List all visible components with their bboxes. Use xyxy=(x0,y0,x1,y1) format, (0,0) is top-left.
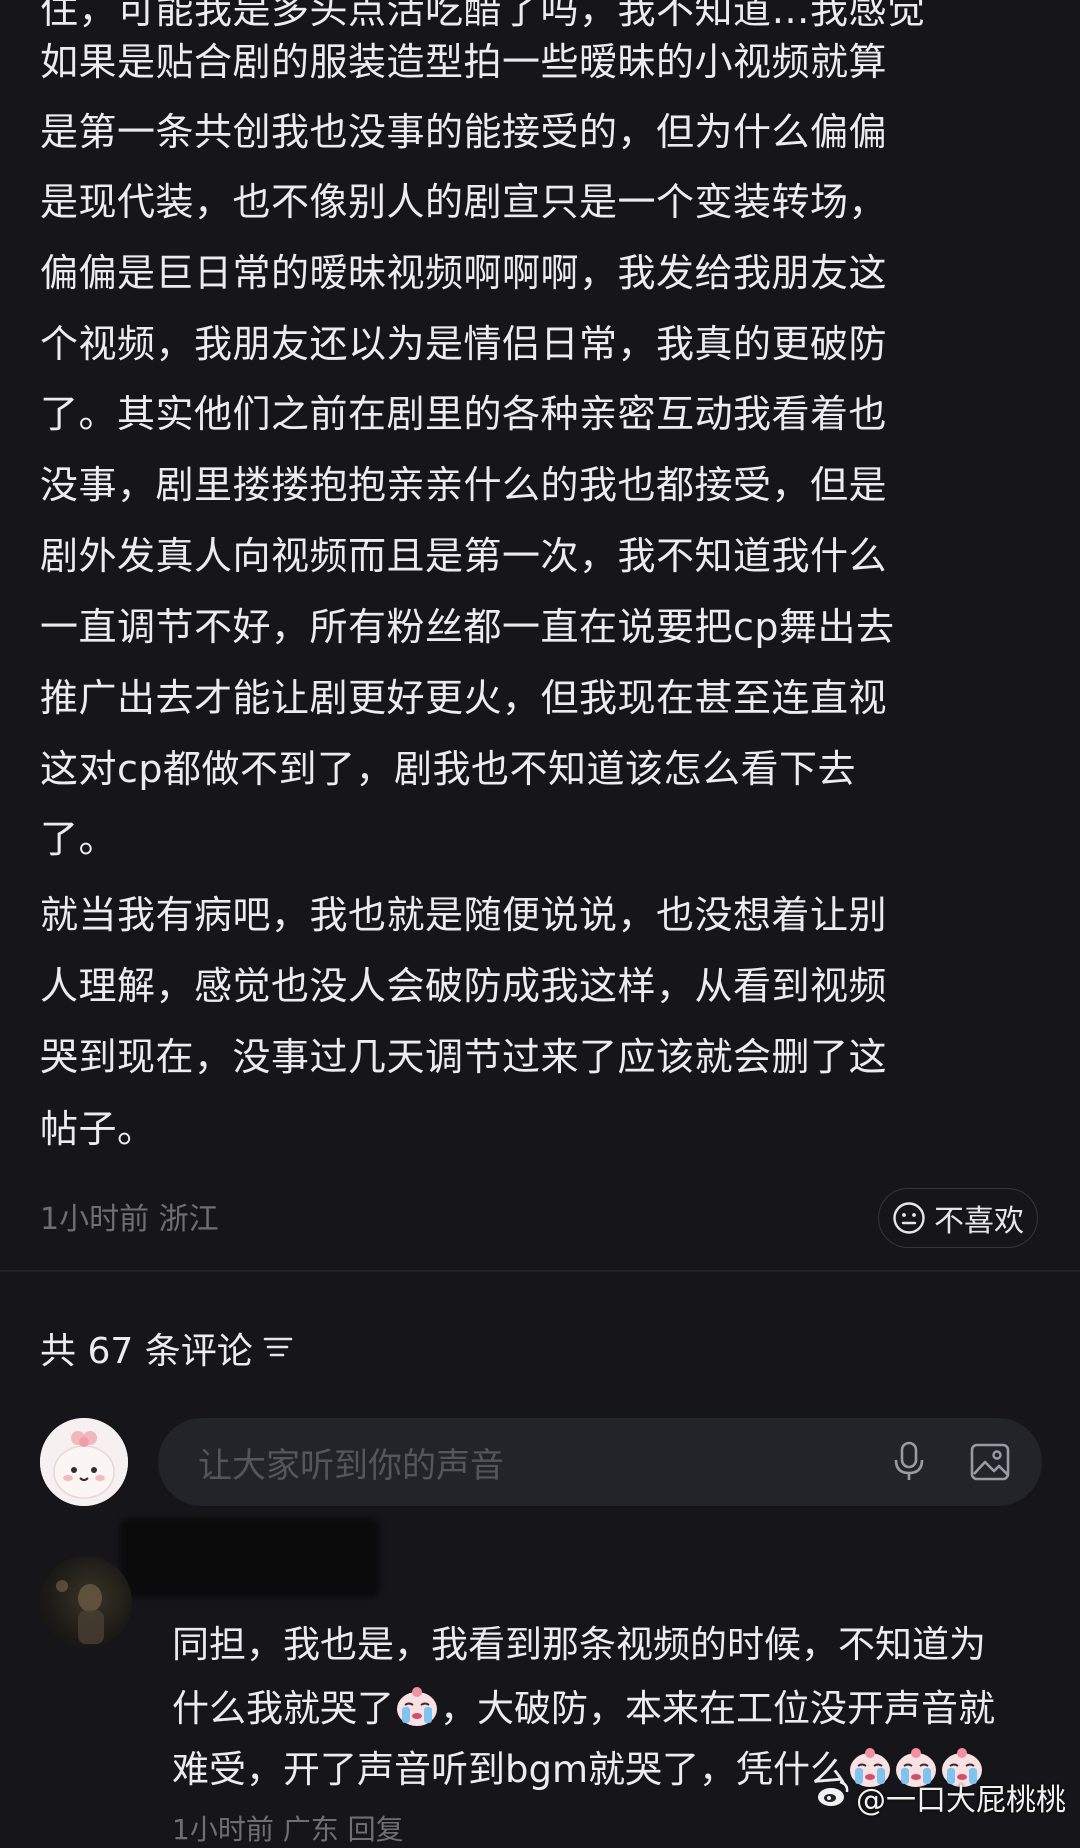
post-text-line: 如果是贴合剧的服装造型拍一些暧昧的小视频就算 xyxy=(40,40,888,84)
post-text-line: 推广出去才能让剧更好更火，但我现在甚至连直视 xyxy=(40,676,888,720)
post-text-line: 就当我有病吧，我也就是随便说说，也没想着让别 xyxy=(40,893,888,937)
comment-text-line: 同担，我也是，我看到那条视频的时候，不知道为 xyxy=(172,1623,986,1666)
watermark: @一口大屁桃桃 xyxy=(816,1775,1066,1819)
post-text-line: 是第一条共创我也没事的能接受的，但为什么偏偏 xyxy=(40,110,888,154)
comment-text-segment: 什么我就哭了 xyxy=(172,1687,394,1730)
post-text-line: 了。其实他们之前在剧里的各种亲密互动我看着也 xyxy=(40,392,888,436)
post-text-line: 哭到现在，没事过几天调节过来了应该就会删了这 xyxy=(40,1035,888,1079)
comment-input-placeholder: 让大家听到你的声音 xyxy=(198,1445,504,1486)
post-text-line: 人理解，感觉也没人会破防成我这样，从看到视频 xyxy=(40,964,888,1008)
post-text-line: 偏偏是巨日常的暧昧视频啊啊啊，我发给我朋友这 xyxy=(40,251,888,295)
post-text-line: 剧外发真人向视频而且是第一次，我不知道我什么 xyxy=(40,534,888,578)
commenter-avatar[interactable] xyxy=(40,1556,132,1648)
dislike-label: 不喜欢 xyxy=(934,1204,1024,1239)
post-text-line: 了。 xyxy=(40,817,118,861)
post-text-line: 一直调节不好，所有粉丝都一直在说要把cp舞出去 xyxy=(40,605,895,649)
watermark-text: @一口大屁桃桃 xyxy=(856,1783,1066,1818)
section-divider xyxy=(0,1270,1080,1272)
post-text-line: 住，可能我是多头点活吃醋了吗，我不知道…我感觉 xyxy=(40,0,926,32)
image-icon[interactable] xyxy=(968,1440,1012,1488)
redacted-username xyxy=(120,1518,380,1598)
sort-icon[interactable] xyxy=(263,1328,293,1369)
post-text-line: 没事，剧里搂搂抱抱亲亲什么的我也都接受，但是 xyxy=(40,463,888,507)
comment-text-segment: 难受，开了声音听到bgm就哭了，凭什么 xyxy=(172,1748,848,1791)
microphone-icon[interactable] xyxy=(890,1440,928,1488)
neutral-face-icon xyxy=(892,1201,926,1235)
comment-count-header[interactable]: 共 67 条评论 xyxy=(40,1322,293,1374)
post-text-line: 这对cp都做不到了，剧我也不知道该怎么看下去 xyxy=(40,747,857,791)
comment-text-line: 什么我就哭了 ，大破防，本来在工位没开声音就 xyxy=(172,1683,995,1732)
comment-input[interactable]: 让大家听到你的声音 xyxy=(158,1418,1042,1506)
post-text-line: 是现代装，也不像别人的剧宣只是一个变装转场， xyxy=(40,180,888,224)
dislike-button[interactable]: 不喜欢 xyxy=(878,1188,1038,1248)
post-meta: 1小时前 浙江 xyxy=(40,1202,219,1237)
crying-emoji xyxy=(394,1683,440,1729)
comment-count-label: 共 67 条评论 xyxy=(40,1331,253,1372)
weibo-icon xyxy=(816,1778,850,1816)
comment-text-segment: ，大破防，本来在工位没开声音就 xyxy=(440,1687,995,1730)
post-text-line: 帖子。 xyxy=(40,1107,156,1151)
user-avatar[interactable] xyxy=(40,1418,128,1506)
post-text-line: 个视频，我朋友还以为是情侣日常，我真的更破防 xyxy=(40,322,888,366)
comment-meta: 1小时前 广东 回复 xyxy=(172,1813,404,1846)
